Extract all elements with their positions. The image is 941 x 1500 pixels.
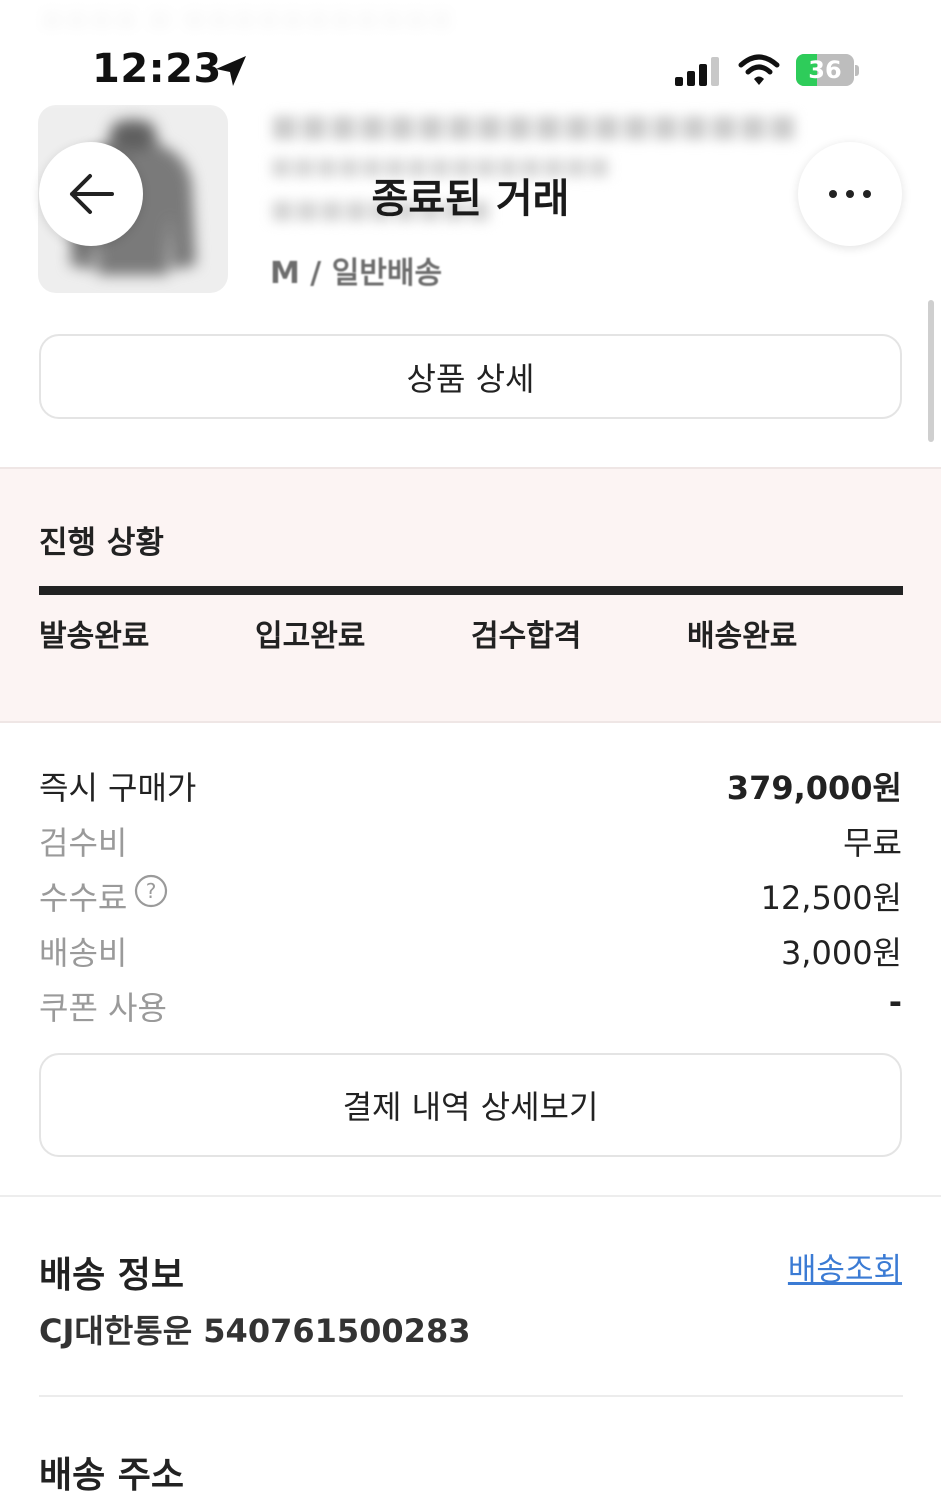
product-detail-button[interactable]: 상품 상세: [39, 334, 902, 419]
commission-label: 수수료: [39, 879, 128, 917]
coupon-label: 쿠폰 사용: [39, 989, 167, 1027]
progress-step-inspected: 검수합격: [471, 619, 582, 654]
shipping-fee-value: 3,000원: [780, 934, 902, 972]
progress-fill: [39, 586, 903, 595]
inspection-fee-label: 검수비: [39, 824, 128, 862]
scrollbar[interactable]: [928, 300, 934, 442]
inspection-fee-value: 무료: [843, 824, 902, 862]
svg-text:?: ?: [146, 879, 157, 903]
progress-step-shipped: 발송완료: [39, 619, 150, 654]
progress-step-delivered: 배송완료: [687, 619, 798, 654]
payment-details-button[interactable]: 결제 내역 상세보기: [39, 1053, 902, 1157]
more-dots-icon: [829, 190, 871, 198]
location-arrow-icon: [216, 56, 246, 86]
battery-level: 36: [808, 56, 842, 84]
buy-now-price-value: 379,000원: [726, 769, 902, 807]
section-divider: [0, 1195, 941, 1197]
more-button[interactable]: [798, 142, 902, 246]
shipping-fee-label: 배송비: [39, 934, 128, 972]
help-icon[interactable]: ?: [134, 874, 168, 908]
delivery-divider: [39, 1395, 903, 1397]
product-option: M / 일반배송: [270, 256, 443, 291]
tracking-number: CJ대한통운 540761500283: [39, 1312, 471, 1350]
cellular-signal-icon: [675, 57, 719, 86]
wifi-icon: [738, 54, 780, 85]
battery-indicator: 36: [796, 54, 860, 86]
commission-value: 12,500원: [760, 879, 902, 917]
status-bar: 12:23 36: [0, 0, 941, 110]
status-time: 12:23: [92, 46, 222, 92]
progress-title: 진행 상황: [39, 525, 164, 561]
track-delivery-link[interactable]: 배송조회: [788, 1244, 902, 1289]
delivery-address-title: 배송 주소: [39, 1455, 185, 1496]
progress-step-received: 입고완료: [255, 619, 366, 654]
progress-bar: [39, 586, 903, 595]
product-name-blurred: ■■■■■■■■■■■■■■■■■■: [270, 108, 798, 144]
coupon-value: -: [888, 983, 902, 1021]
progress-section: 진행 상황 발송완료 입고완료 검수합격 배송완료: [0, 467, 941, 723]
delivery-info-title: 배송 정보: [39, 1255, 185, 1296]
buy-now-price-label: 즉시 구매가: [39, 769, 197, 807]
order-detail-screen: ■■■■ ■-■■■■■■■■■■■ ■■■■■■■■■■■■■■■■■■ ■■…: [0, 0, 941, 1500]
